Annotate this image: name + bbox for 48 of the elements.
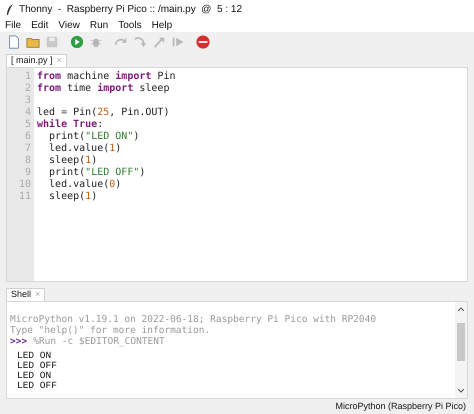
shell-banner-text: MicroPython v1.19.1 on 2022-06-18; Raspberry Pi Pico with RP2040 <box>10 314 378 325</box>
line-number: 8 <box>24 155 31 167</box>
code-line: print("LED ON") <box>48 131 140 143</box>
shell-output-line: LED ON <box>16 351 52 361</box>
code-line: led.value(1) <box>48 143 122 155</box>
code-line: led = Pin(25, Pin.OUT) <box>37 107 170 118</box>
shell-panel[interactable]: MicroPython v1.19.1 on 2022-06-18; Raspberry Pi Pico with RP2040 Type "help()" for more information. >>> %Run -c $EDITOR_CONTENT LED ON LED OFF LED ON LED OFF <box>6 301 468 399</box>
line-number: 3 <box>24 95 31 107</box>
scrollbar-thumb[interactable] <box>457 323 465 361</box>
run-icon[interactable] <box>70 35 84 49</box>
stop-icon[interactable] <box>196 35 210 49</box>
shell-output-line: LED OFF <box>16 361 58 371</box>
shell-output-line: LED OFF <box>16 381 58 391</box>
shell-tab[interactable]: Shell × <box>6 288 46 301</box>
code-line: from machine import Pin <box>37 71 176 82</box>
code-line: led.value(0) <box>48 179 122 191</box>
code-editor[interactable]: 1 2 3 4 5 6 7 8 9 10 11 from machine import Pin from time import sleep led = Pin(25, Pin.OUT) while True: print("LED ON") led.value(1) sleep(1) print("LED OFF") led.value(0) sleep(1) <box>6 67 468 282</box>
window-title: Thonny - Raspberry Pi Pico :: /main.py @ 5 : 12 <box>19 3 242 17</box>
code-line: sleep(1) <box>48 191 98 203</box>
interpreter-status[interactable]: MicroPython (Raspberry Pi Pico) <box>335 400 466 414</box>
folder-icon[interactable] <box>26 35 40 49</box>
line-number: 2 <box>24 83 31 95</box>
menu-item[interactable]: Help <box>152 18 172 33</box>
shell-output-line: LED ON <box>16 371 52 381</box>
menu-item[interactable]: View <box>58 18 80 33</box>
code-line: from time import sleep <box>37 83 170 95</box>
line-number: 11 <box>18 191 31 203</box>
editor-tab[interactable]: [ main.py ] × <box>6 54 67 67</box>
line-number: 7 <box>24 143 31 155</box>
line-number: 10 <box>18 179 31 191</box>
menu-item[interactable]: File <box>5 18 22 33</box>
new-file-icon[interactable] <box>7 35 21 49</box>
shell-banner-text: Type "help()" for more information. <box>10 325 212 336</box>
code-line: sleep(1) <box>48 155 98 167</box>
menu-item[interactable]: Tools <box>118 18 142 33</box>
code-line: while True: <box>37 119 104 131</box>
line-number: 6 <box>24 131 31 143</box>
menu-item[interactable]: Run <box>90 18 108 33</box>
shell-prompt: >>> <box>10 336 28 347</box>
shell-command: %Run -c $EDITOR_CONTENT <box>33 336 165 347</box>
line-number: 4 <box>24 107 31 119</box>
feather-icon <box>6 4 14 15</box>
menu-item[interactable]: Edit <box>31 18 48 33</box>
code-line: print("LED OFF") <box>48 167 146 179</box>
line-number: 9 <box>24 167 31 179</box>
scrollbar[interactable] <box>455 302 467 398</box>
line-number: 5 <box>24 119 31 131</box>
line-number: 1 <box>24 71 31 83</box>
